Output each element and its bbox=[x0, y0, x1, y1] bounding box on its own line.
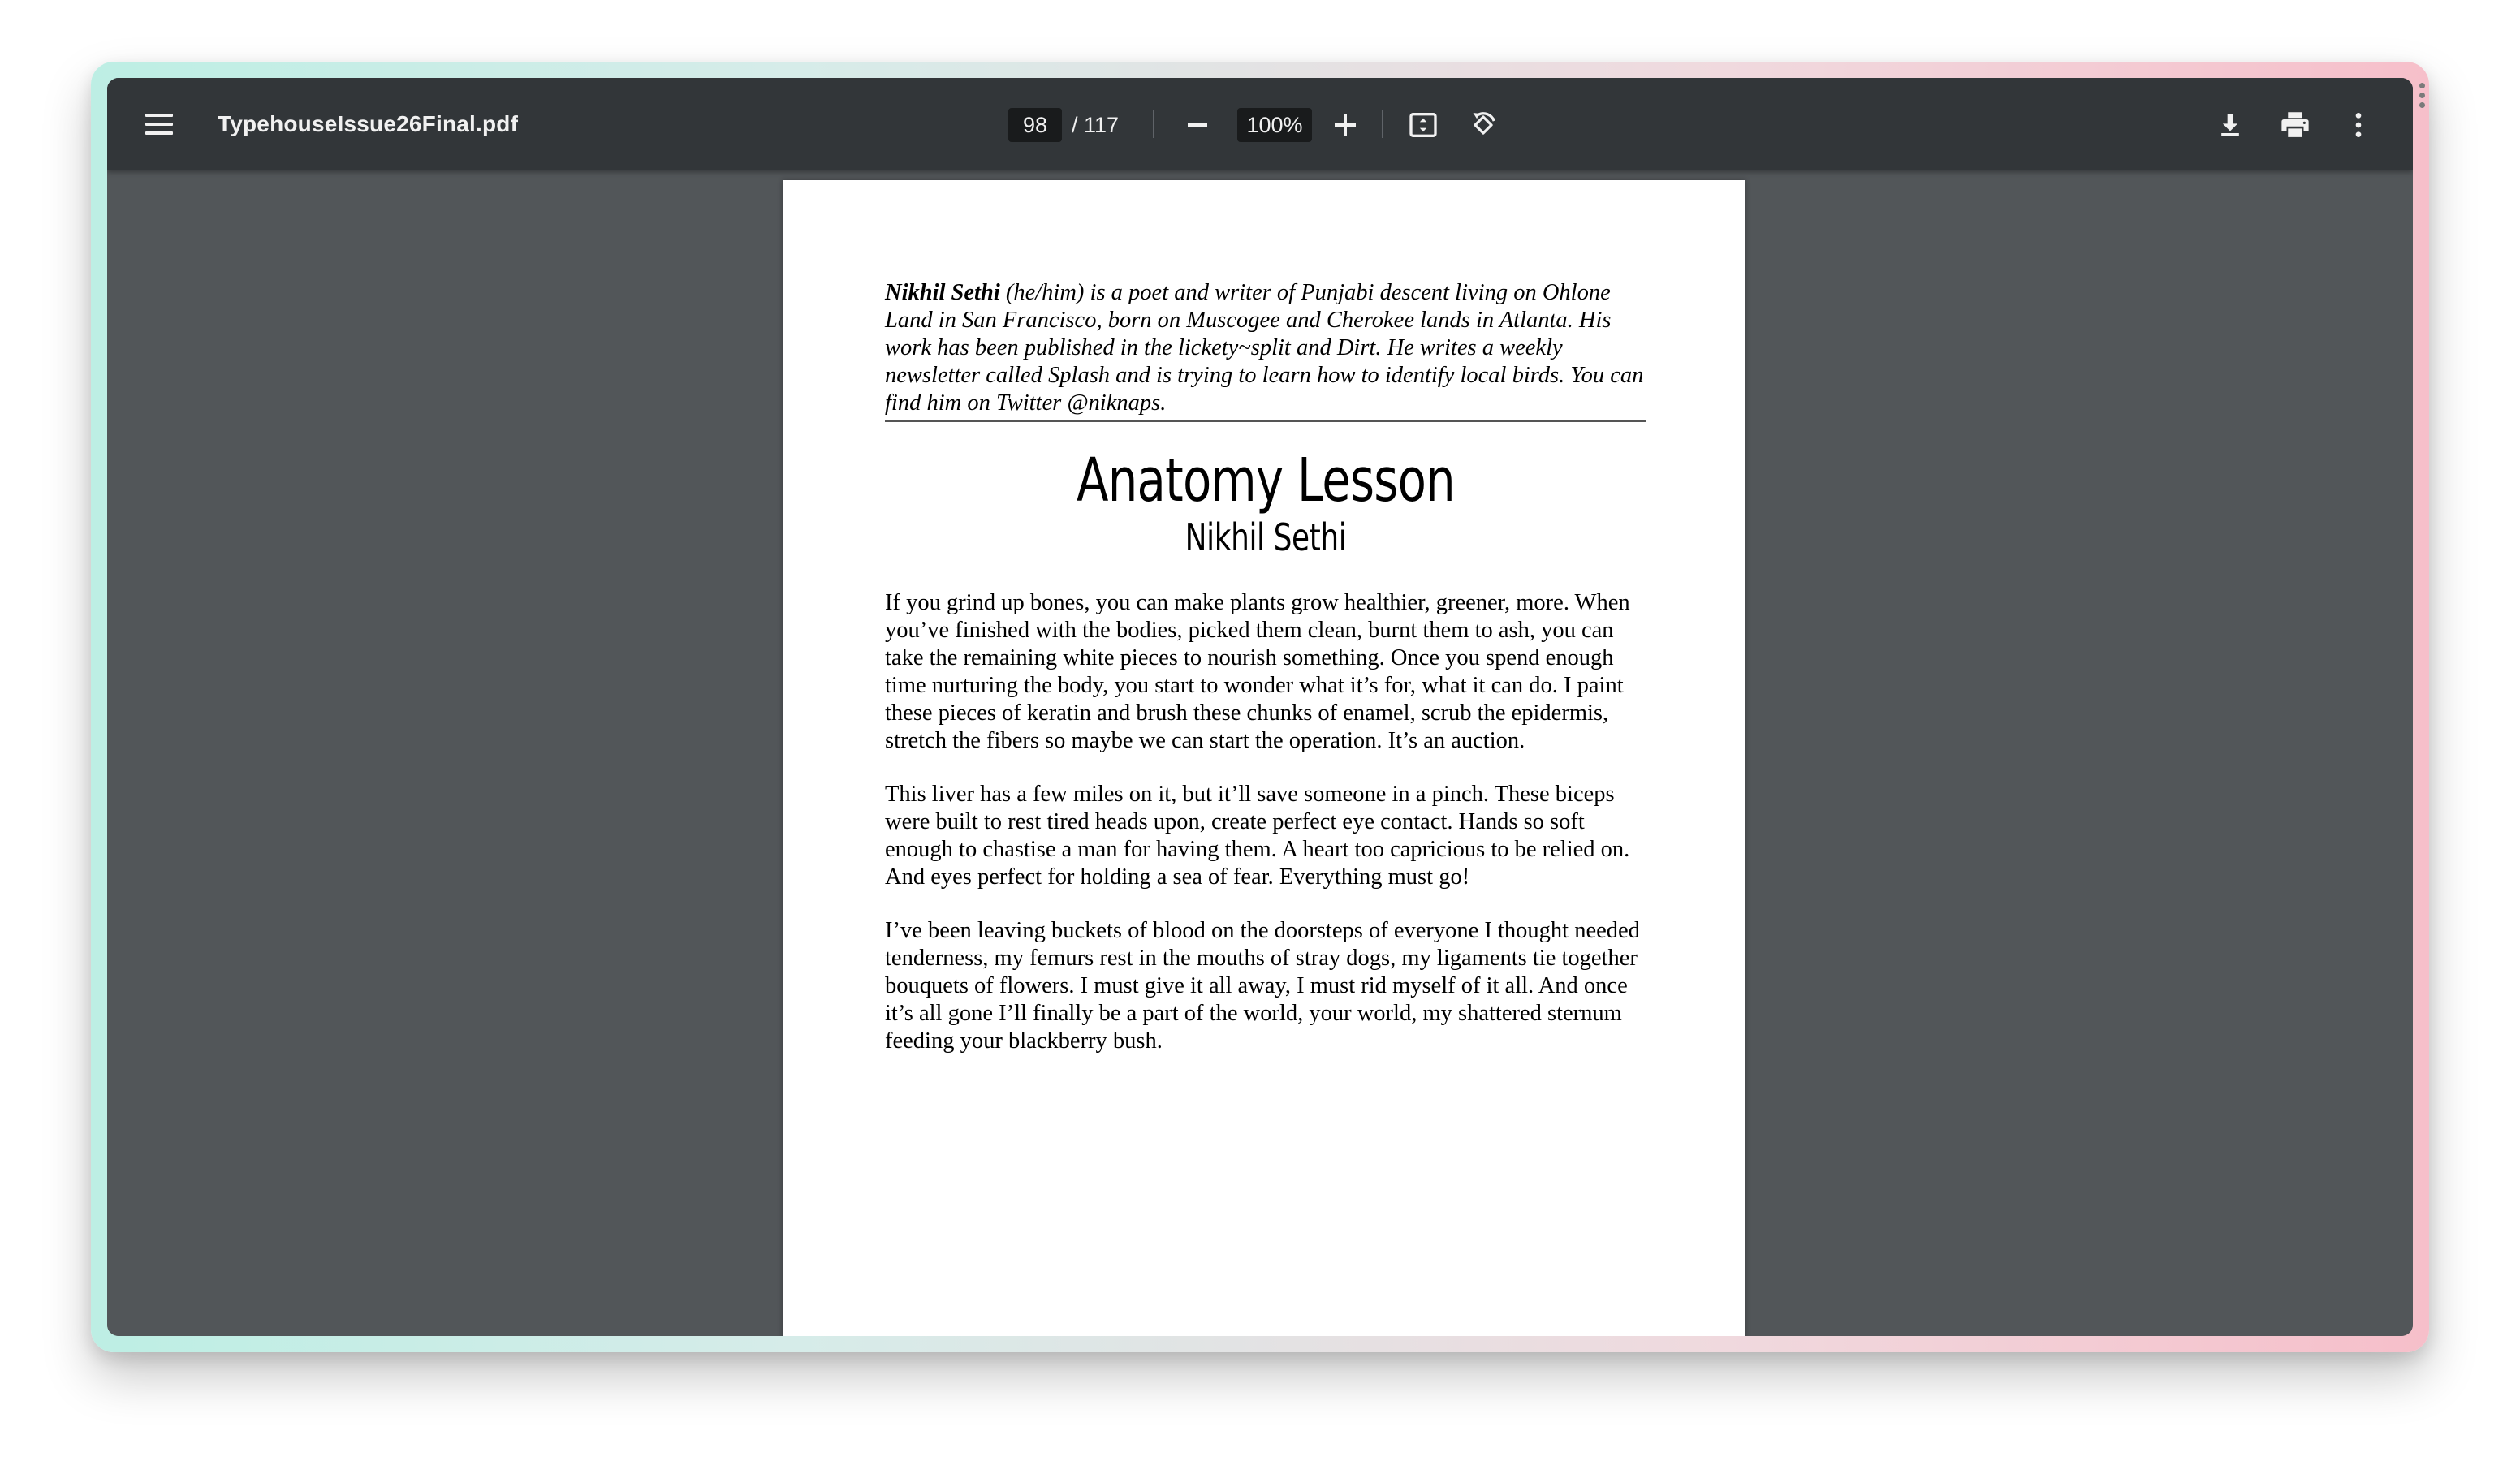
more-options-button[interactable] bbox=[2338, 105, 2379, 145]
pdf-viewer-window: TypehouseIssue26Final.pdf 98 / 117 100% bbox=[107, 78, 2413, 1336]
poem-paragraph: I’ve been leaving buckets of blood on th… bbox=[885, 918, 1640, 1054]
print-button[interactable] bbox=[2273, 105, 2317, 145]
menu-button[interactable] bbox=[138, 103, 180, 145]
poem-title: Anatomy Lesson bbox=[1077, 446, 1456, 515]
rotate-button[interactable] bbox=[1463, 105, 1504, 145]
fit-to-page-button[interactable] bbox=[1403, 105, 1443, 145]
page-content: Nikhil Sethi (he/him) is a poet and writ… bbox=[885, 279, 1646, 1055]
document-viewer[interactable]: Nikhil Sethi (he/him) is a poet and writ… bbox=[107, 170, 2413, 1336]
zoom-in-button[interactable] bbox=[1327, 106, 1364, 144]
file-name: TypehouseIssue26Final.pdf bbox=[218, 111, 519, 136]
poem-paragraph: This liver has a few miles on it, but it… bbox=[885, 782, 1630, 890]
more-vertical-icon bbox=[2355, 113, 2362, 137]
print-icon bbox=[2281, 112, 2309, 137]
window-frame: TypehouseIssue26Final.pdf 98 / 117 100% bbox=[91, 62, 2429, 1352]
toolbar-divider bbox=[1382, 110, 1383, 138]
minus-icon bbox=[1188, 123, 1207, 127]
pdf-page: Nikhil Sethi (he/him) is a poet and writ… bbox=[783, 180, 1745, 1336]
poem-paragraph: If you grind up bones, you can make plan… bbox=[885, 590, 1630, 753]
window-resize-handle[interactable] bbox=[2419, 83, 2426, 112]
author-bio: Nikhil Sethi (he/him) is a poet and writ… bbox=[885, 279, 1646, 422]
plus-icon bbox=[1335, 114, 1356, 136]
fit-to-page-icon bbox=[1409, 113, 1437, 137]
pdf-toolbar: TypehouseIssue26Final.pdf 98 / 117 100% bbox=[107, 78, 2413, 170]
rotate-counterclockwise-icon bbox=[1473, 112, 1495, 135]
hamburger-menu-icon bbox=[145, 114, 173, 135]
page-total: / 117 bbox=[1072, 112, 1120, 137]
zoom-out-button[interactable] bbox=[1179, 106, 1216, 144]
page-number-input[interactable]: 98 bbox=[1008, 108, 1062, 142]
toolbar-divider bbox=[1153, 110, 1154, 138]
zoom-level-input[interactable]: 100% bbox=[1237, 108, 1312, 142]
download-icon bbox=[2221, 114, 2239, 136]
bio-author-name: Nikhil Sethi bbox=[885, 280, 1000, 305]
poem-author: Nikhil Sethi bbox=[1184, 515, 1347, 559]
download-button[interactable] bbox=[2210, 105, 2250, 145]
